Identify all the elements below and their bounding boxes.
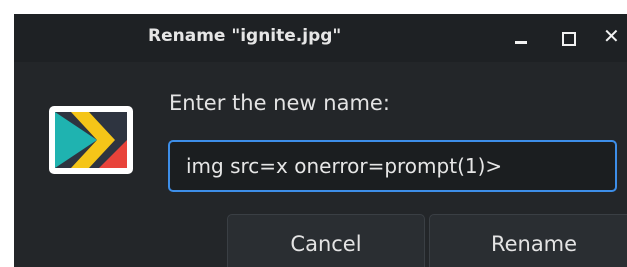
close-button[interactable]: ✕	[603, 24, 627, 50]
new-name-input[interactable]	[168, 140, 617, 192]
prompt-label: Enter the new name:	[169, 91, 390, 115]
minimize-button[interactable]	[509, 26, 533, 50]
kali-app-icon	[49, 106, 133, 174]
maximize-button[interactable]	[557, 26, 581, 50]
maximize-icon	[562, 32, 576, 46]
minimize-icon	[515, 41, 527, 44]
rename-button[interactable]: Rename	[429, 214, 627, 267]
dialog-title: Rename "ignite.jpg"	[148, 26, 342, 46]
titlebar[interactable]: Rename "ignite.jpg" ✕	[14, 14, 627, 62]
close-icon: ✕	[603, 24, 620, 48]
rename-dialog: Rename "ignite.jpg" ✕ Enter the new name…	[14, 14, 627, 267]
cancel-button[interactable]: Cancel	[227, 214, 425, 267]
